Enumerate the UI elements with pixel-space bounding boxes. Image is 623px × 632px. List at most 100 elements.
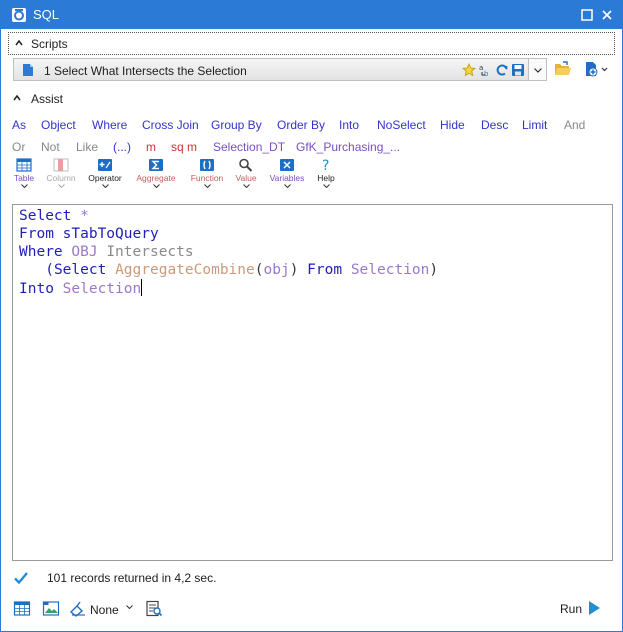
code-function-aggregatecombine: AggregateCombine	[115, 262, 255, 278]
code-keyword-where: Where	[19, 244, 63, 260]
preview-value[interactable]: None	[90, 603, 119, 617]
tool-variables-label: Variables	[269, 173, 305, 183]
results-map-icon[interactable]	[42, 600, 60, 617]
code-keyword-select-sub: Select	[53, 262, 107, 278]
tool-value[interactable]: Value	[231, 158, 261, 194]
assist-keyword-into[interactable]: Into	[339, 118, 359, 132]
tool-function[interactable]: Function	[187, 158, 227, 194]
code-table-selection-sub: Selection	[350, 262, 430, 278]
collapse-caret-icon[interactable]	[13, 36, 25, 50]
assist-label: Assist	[31, 92, 64, 106]
open-folder-icon[interactable]	[554, 61, 572, 77]
tool-help-label: Help	[317, 173, 335, 183]
scripts-label: Scripts	[31, 37, 68, 51]
close-icon[interactable]	[599, 7, 615, 23]
title-bar: SQL	[1, 1, 622, 29]
assist-keyword-and[interactable]: And	[564, 118, 585, 132]
scripts-section-header[interactable]: Scripts	[8, 32, 615, 55]
assist-keyword-hide[interactable]: Hide	[440, 118, 465, 132]
tool-table-label: Table	[13, 173, 35, 183]
svg-text:b: b	[484, 70, 489, 77]
assist-keyword-order-by[interactable]: Order By	[277, 118, 325, 132]
code-keyword-from: From	[19, 226, 54, 242]
bottom-toolbar: None Run	[1, 599, 622, 621]
tool-column-label: Column	[46, 173, 76, 183]
success-check-icon	[14, 572, 28, 585]
assist-keyword-limit[interactable]: Limit	[522, 118, 547, 132]
assist-keyword-like[interactable]: Like	[76, 140, 98, 154]
sql-window: SQL Scripts 1 Select What Intersects the…	[0, 0, 623, 632]
column-icon	[53, 158, 69, 172]
assist-keyword-parentheses[interactable]: (...)	[113, 140, 131, 154]
chevron-down-icon	[534, 68, 542, 73]
assist-unit-sq-m[interactable]: sq m	[171, 140, 197, 154]
sql-app-icon	[12, 8, 26, 22]
query-plan-icon[interactable]	[145, 600, 163, 617]
function-icon	[200, 159, 214, 171]
table-icon	[16, 158, 32, 172]
code-paren-close: )	[289, 262, 299, 278]
magnifier-icon	[239, 158, 253, 172]
code-table-name: sTabToQuery	[62, 226, 159, 242]
code-close-paren: )	[429, 262, 439, 278]
svg-text:?: ?	[322, 158, 329, 172]
code-keyword-from-sub: From	[307, 262, 343, 278]
tool-function-label: Function	[190, 173, 224, 183]
chevron-down-icon[interactable]	[126, 605, 133, 609]
tool-help[interactable]: ? Help	[313, 158, 339, 194]
results-table-icon[interactable]	[13, 600, 31, 617]
tool-variables[interactable]: Variables	[265, 158, 309, 194]
tool-table[interactable]: Table	[9, 158, 39, 194]
tool-aggregate[interactable]: Aggregate	[133, 158, 179, 194]
save-icon[interactable]	[511, 63, 525, 77]
status-bar: 101 records returned in 4,2 sec.	[13, 569, 613, 587]
text-cursor	[141, 279, 143, 296]
code-star: *	[80, 208, 89, 224]
operator-icon	[98, 159, 112, 171]
assist-keyword-noselect[interactable]: NoSelect	[377, 118, 426, 132]
assist-keyword-or[interactable]: Or	[12, 140, 25, 154]
chevron-down-icon	[57, 184, 65, 188]
assist-unit-m[interactable]: m	[146, 140, 156, 154]
sql-editor[interactable]: Select * From sTabToQuery Where OBJ Inte…	[12, 204, 613, 561]
script-selector[interactable]: 1 Select What Intersects the Selection a…	[13, 58, 529, 81]
tool-operator-label: Operator	[88, 173, 122, 183]
selected-script-label: 1 Select What Intersects the Selection	[44, 64, 247, 78]
assist-keyword-desc[interactable]: Desc	[481, 118, 508, 132]
assist-section-header[interactable]: Assist	[9, 89, 209, 107]
assist-keyword-object[interactable]: Object	[41, 118, 76, 132]
script-dropdown-button[interactable]	[529, 58, 547, 81]
assist-table-selection-dt[interactable]: Selection_DT	[213, 140, 285, 154]
help-question-icon: ?	[322, 158, 329, 172]
tool-operator[interactable]: Operator	[85, 158, 125, 194]
assist-keyword-cross-join[interactable]: Cross Join	[142, 118, 199, 132]
svg-text:a: a	[479, 64, 483, 72]
assist-table-gfk-purchasing[interactable]: GfK_Purchasing_...	[296, 140, 400, 154]
code-table-selection: Selection	[62, 281, 142, 297]
chevron-down-icon	[101, 184, 109, 188]
run-play-icon[interactable]	[587, 600, 601, 616]
favorite-star-icon[interactable]	[462, 63, 476, 77]
chevron-down-icon	[283, 184, 291, 188]
refresh-icon[interactable]	[495, 63, 509, 77]
assist-keyword-as[interactable]: As	[12, 118, 26, 132]
chevron-down-icon	[152, 184, 160, 188]
assist-keyword-where[interactable]: Where	[92, 118, 127, 132]
code-operator-intersects: Intersects	[106, 244, 194, 260]
maximize-icon[interactable]	[579, 7, 595, 23]
code-keyword-into: Into	[19, 281, 54, 297]
collapse-caret-icon[interactable]	[11, 91, 23, 105]
preview-style-icon[interactable]	[69, 600, 87, 617]
tool-value-label: Value	[235, 173, 257, 183]
script-document-icon	[23, 64, 33, 76]
chevron-down-icon	[203, 184, 211, 188]
assist-keyword-not[interactable]: Not	[41, 140, 60, 154]
run-label[interactable]: Run	[560, 602, 582, 616]
tool-column[interactable]: Column	[41, 158, 81, 194]
new-script-icon[interactable]	[584, 61, 608, 77]
aggregate-sigma-icon	[149, 159, 163, 171]
rename-icon[interactable]: a b	[479, 63, 493, 77]
chevron-down-icon	[322, 184, 330, 188]
sql-code[interactable]: Select * From sTabToQuery Where OBJ Inte…	[19, 207, 438, 298]
assist-keyword-group-by[interactable]: Group By	[211, 118, 262, 132]
